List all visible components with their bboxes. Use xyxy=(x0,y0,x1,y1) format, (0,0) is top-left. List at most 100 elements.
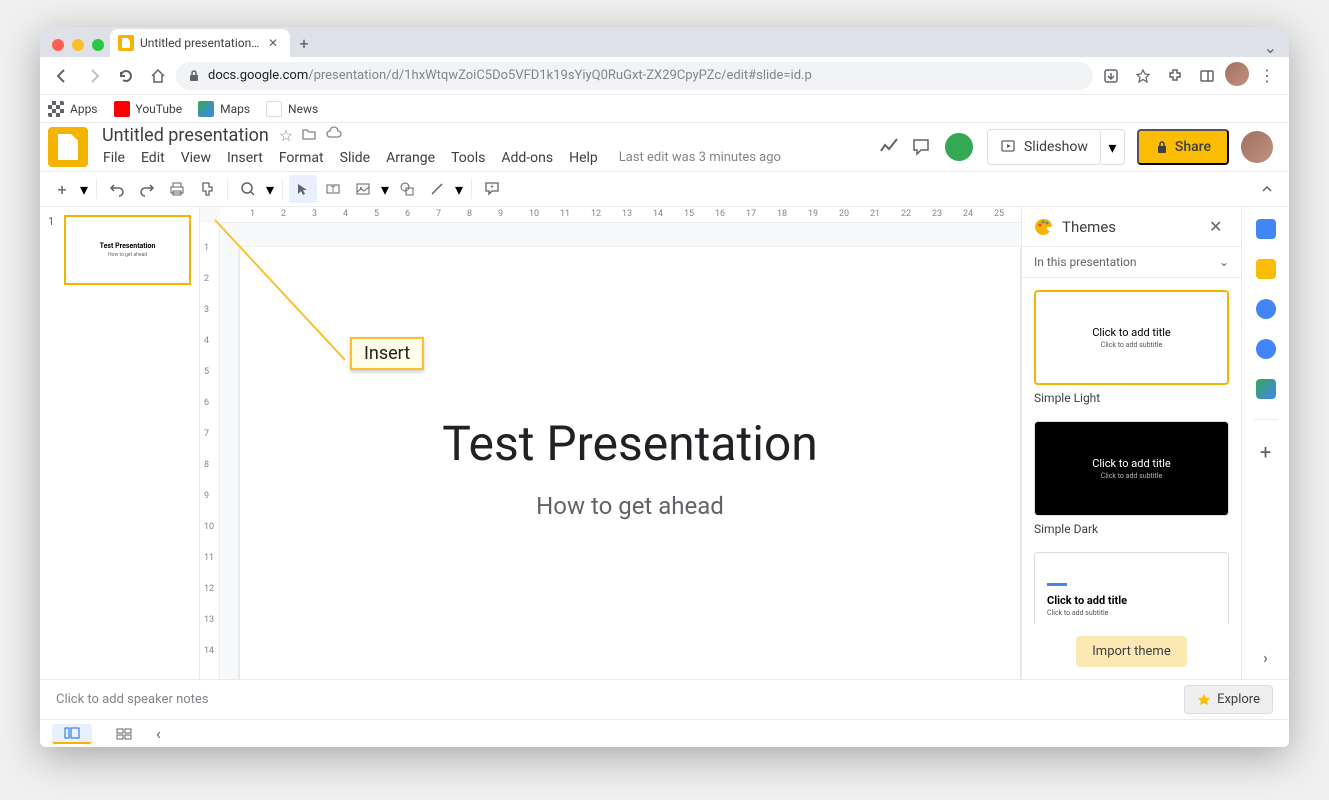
slide-canvas[interactable]: Test Presentation How to get ahead xyxy=(240,247,1020,679)
redo-button[interactable] xyxy=(133,175,161,203)
select-tool[interactable] xyxy=(289,175,317,203)
slide-thumbnail[interactable]: Test Presentation How to get ahead xyxy=(64,215,191,285)
address-bar[interactable]: docs.google.com/presentation/d/1hxWtqwZo… xyxy=(176,62,1093,90)
zoom-button[interactable] xyxy=(234,175,262,203)
browser-back-button[interactable] xyxy=(48,62,76,90)
menu-slide[interactable]: Slide xyxy=(333,148,377,168)
themes-close-button[interactable]: ✕ xyxy=(1209,217,1229,237)
new-slide-dropdown[interactable]: ▾ xyxy=(78,180,90,199)
activity-icon[interactable] xyxy=(879,137,899,157)
bookmark-news[interactable]: News xyxy=(266,101,318,117)
browser-reload-button[interactable] xyxy=(112,62,140,90)
tab-close-icon[interactable]: ✕ xyxy=(268,36,282,50)
window-maximize-button[interactable] xyxy=(92,39,104,51)
tabs-dropdown-icon[interactable]: ⌄ xyxy=(1264,38,1289,57)
profile-avatar[interactable] xyxy=(1225,62,1249,86)
star-icon[interactable]: ☆ xyxy=(279,126,293,145)
line-dropdown[interactable]: ▾ xyxy=(453,180,465,199)
menu-format[interactable]: Format xyxy=(272,148,331,168)
side-panel: + › xyxy=(1241,207,1289,679)
add-app-button[interactable]: + xyxy=(1260,440,1271,464)
menu-insert[interactable]: Insert xyxy=(220,148,270,168)
comment-button[interactable]: + xyxy=(478,175,506,203)
side-panel-icon[interactable] xyxy=(1193,62,1221,90)
menu-edit[interactable]: Edit xyxy=(134,148,172,168)
zoom-dropdown[interactable]: ▾ xyxy=(264,180,276,199)
bookmark-youtube[interactable]: YouTube xyxy=(114,101,183,117)
new-tab-button[interactable]: + xyxy=(290,29,318,57)
slideshow-button[interactable]: Slideshow xyxy=(987,129,1101,165)
callout-box: Insert xyxy=(350,337,424,370)
browser-home-button[interactable] xyxy=(144,62,172,90)
import-theme-button[interactable]: Import theme xyxy=(1076,636,1186,667)
explore-button[interactable]: Explore xyxy=(1184,685,1273,714)
lock-icon xyxy=(1155,140,1169,154)
themes-section-toggle[interactable]: In this presentation ⌄ xyxy=(1022,247,1241,278)
tasks-app-icon[interactable] xyxy=(1256,299,1276,319)
slideshow-dropdown[interactable]: ▾ xyxy=(1101,129,1125,165)
maps-app-icon[interactable] xyxy=(1256,379,1276,399)
hide-menus-button[interactable] xyxy=(1253,175,1281,203)
youtube-icon xyxy=(114,101,130,117)
slides-logo-icon[interactable] xyxy=(48,127,88,167)
browser-forward-button[interactable] xyxy=(80,62,108,90)
comments-icon[interactable] xyxy=(911,137,931,157)
menu-help[interactable]: Help xyxy=(562,148,605,168)
line-tool[interactable] xyxy=(423,175,451,203)
theme-streamline[interactable]: Click to add title Click to add subtitle xyxy=(1034,552,1229,624)
menu-view[interactable]: View xyxy=(174,148,218,168)
calendar-app-icon[interactable] xyxy=(1256,219,1276,239)
theme-simple-dark[interactable]: Click to add title Click to add subtitle xyxy=(1034,421,1229,516)
cloud-status-icon[interactable] xyxy=(325,126,343,145)
menu-arrange[interactable]: Arrange xyxy=(379,148,442,168)
window-minimize-button[interactable] xyxy=(72,39,84,51)
window-close-button[interactable] xyxy=(52,39,64,51)
maps-icon xyxy=(198,101,214,117)
image-tool[interactable] xyxy=(349,175,377,203)
keep-app-icon[interactable] xyxy=(1256,259,1276,279)
menu-tools[interactable]: Tools xyxy=(444,148,492,168)
browser-tab[interactable]: Untitled presentation - Google ✕ xyxy=(110,29,290,57)
lock-icon xyxy=(188,70,200,82)
account-avatar[interactable] xyxy=(1241,131,1273,163)
grid-view-button[interactable] xyxy=(104,724,144,744)
explore-icon xyxy=(1197,693,1211,707)
filmstrip-view-button[interactable] xyxy=(52,724,92,744)
bookmark-maps[interactable]: Maps xyxy=(198,101,250,117)
extensions-icon[interactable] xyxy=(1161,62,1189,90)
menu-file[interactable]: File xyxy=(96,148,132,168)
edit-status: Last edit was 3 minutes ago xyxy=(619,150,781,165)
slide-number: 1 xyxy=(48,215,58,285)
shape-tool[interactable] xyxy=(393,175,421,203)
themes-panel-title: Themes xyxy=(1062,218,1201,236)
slide-subtitle[interactable]: How to get ahead xyxy=(536,492,724,520)
themes-panel: Themes ✕ In this presentation ⌄ Click to… xyxy=(1021,207,1241,679)
document-title[interactable]: Untitled presentation xyxy=(96,125,275,146)
print-button[interactable] xyxy=(163,175,191,203)
share-button[interactable]: Share xyxy=(1137,129,1229,165)
play-icon xyxy=(1000,139,1016,155)
filmstrip: 1 Test Presentation How to get ahead xyxy=(40,207,200,679)
bookmark-apps[interactable]: Apps xyxy=(48,101,98,117)
new-slide-button[interactable]: + xyxy=(48,175,76,203)
contacts-app-icon[interactable] xyxy=(1256,339,1276,359)
install-app-icon[interactable] xyxy=(1097,62,1125,90)
undo-button[interactable] xyxy=(103,175,131,203)
menu-addons[interactable]: Add-ons xyxy=(494,148,560,168)
paint-format-button[interactable] xyxy=(193,175,221,203)
notes-resize-handle[interactable] xyxy=(645,676,685,684)
filmstrip-collapse-button[interactable]: ‹ xyxy=(156,724,161,743)
svg-text:T: T xyxy=(331,185,336,194)
theme-simple-light[interactable]: Click to add title Click to add subtitle xyxy=(1034,290,1229,385)
speaker-notes[interactable]: Click to add speaker notes Explore xyxy=(40,679,1289,719)
chevron-down-icon: ⌄ xyxy=(1219,255,1229,269)
bookmark-star-icon[interactable] xyxy=(1129,62,1157,90)
presence-avatar[interactable] xyxy=(943,131,975,163)
palette-icon xyxy=(1034,217,1054,237)
expand-panel-button[interactable]: › xyxy=(1263,648,1268,667)
browser-menu-icon[interactable]: ⋮ xyxy=(1253,62,1281,90)
slide-title[interactable]: Test Presentation xyxy=(442,415,818,472)
textbox-tool[interactable]: T xyxy=(319,175,347,203)
move-icon[interactable] xyxy=(301,126,317,145)
image-dropdown[interactable]: ▾ xyxy=(379,180,391,199)
